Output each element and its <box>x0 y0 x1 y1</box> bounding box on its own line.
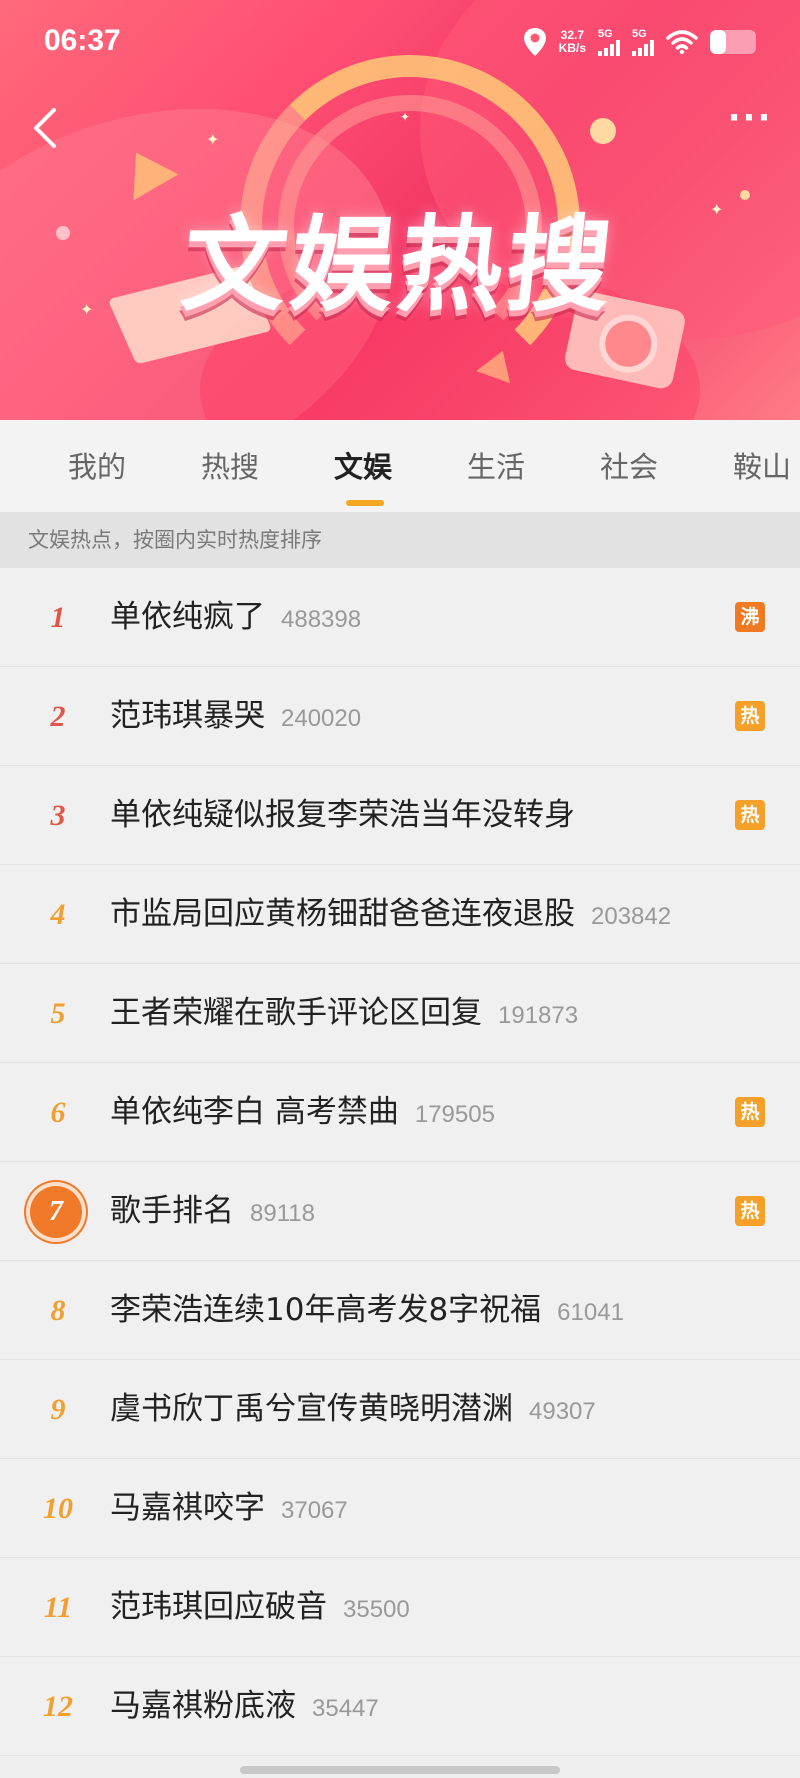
hot-badge: 热 <box>735 1097 765 1127</box>
list-item[interactable]: 7 歌手排名 89118 热 <box>0 1162 800 1261</box>
item-title: 范玮琪暴哭 <box>110 698 265 734</box>
item-count: 61041 <box>557 1299 624 1326</box>
status-icons: 32.7 KB/s 5G 5G <box>523 24 756 60</box>
rank-number: 5 <box>50 997 66 1030</box>
location-icon <box>523 28 546 56</box>
list-item[interactable]: 11 范玮琪回应破音 35500 <box>0 1558 800 1657</box>
item-count: 240020 <box>281 705 362 732</box>
item-title: 李荣浩连续10年高考发8字祝福 <box>110 1292 542 1328</box>
item-count: 191873 <box>498 1002 579 1029</box>
list-item[interactable]: 5 王者荣耀在歌手评论区回复 191873 <box>0 964 800 1063</box>
rank-badge: 7 <box>30 1186 82 1238</box>
list-item[interactable]: 12 马嘉祺粉底液 35447 <box>0 1657 800 1756</box>
tab-hot-search[interactable]: 热搜 <box>201 444 259 486</box>
item-count: 488398 <box>281 606 362 633</box>
item-title: 虞书欣丁禹兮宣传黄晓明潜渊 <box>110 1391 513 1427</box>
status-bar: 06:37 32.7 KB/s 5G 5G <box>0 0 800 86</box>
list-item[interactable]: 8 李荣浩连续10年高考发8字祝福 61041 <box>0 1261 800 1360</box>
item-title: 市监局回应黄杨钿甜爸爸连夜退股 <box>110 896 575 932</box>
list-item[interactable]: 2 范玮琪暴哭 240020 热 <box>0 667 800 766</box>
more-button[interactable]: ··· <box>722 101 778 148</box>
list-item[interactable]: 1 单依纯疯了 488398 沸 <box>0 568 800 667</box>
signal-indicator: 5G <box>598 27 620 56</box>
list-description: 文娱热点，按圈内实时热度排序 <box>0 512 800 568</box>
back-button[interactable] <box>22 100 72 156</box>
rank-number: 3 <box>50 799 66 832</box>
list-item[interactable]: 6 单依纯李白 高考禁曲 179505 热 <box>0 1063 800 1162</box>
boil-badge: 沸 <box>735 602 765 632</box>
rank-number: 1 <box>50 601 66 634</box>
list-item[interactable]: 3 单依纯疑似报复李荣浩当年没转身 热 <box>0 766 800 865</box>
item-title: 王者荣耀在歌手评论区回复 <box>110 995 482 1031</box>
rank-number: 10 <box>43 1492 73 1525</box>
battery-level <box>710 30 726 54</box>
rank-number: 11 <box>43 1591 73 1624</box>
wifi-icon <box>666 30 698 55</box>
rank-number: 4 <box>50 898 66 931</box>
chevron-left-icon <box>34 108 56 148</box>
item-count: 49307 <box>529 1398 596 1425</box>
item-count: 37067 <box>281 1497 348 1524</box>
list-item[interactable]: 10 马嘉祺咬字 37067 <box>0 1459 800 1558</box>
category-tabs: 我的 热搜 文娱 生活 社会 鞍山 <box>0 420 800 512</box>
hot-badge: 热 <box>735 1196 765 1226</box>
tab-entertainment[interactable]: 文娱 <box>334 444 392 486</box>
banner-title: 文娱热搜 <box>176 204 622 326</box>
rank-number: 8 <box>50 1294 66 1327</box>
item-count: 89118 <box>250 1200 315 1227</box>
battery-icon <box>710 30 756 54</box>
rank-number: 2 <box>50 700 66 733</box>
item-count: 179505 <box>414 1101 495 1128</box>
item-count: 203842 <box>591 903 672 930</box>
item-title: 单依纯李白 高考禁曲 <box>110 1094 399 1130</box>
item-title: 歌手排名 <box>110 1193 234 1229</box>
item-title: 单依纯疑似报复李荣浩当年没转身 <box>110 797 575 833</box>
rank-number: 9 <box>50 1393 66 1426</box>
tab-anshan[interactable]: 鞍山 <box>733 444 791 486</box>
home-indicator[interactable] <box>240 1766 560 1774</box>
tab-life[interactable]: 生活 <box>467 444 525 486</box>
signal-label: 5G <box>632 27 647 40</box>
item-count: 35500 <box>343 1596 410 1623</box>
active-tab-indicator <box>346 500 384 506</box>
rank-number: 12 <box>43 1690 73 1723</box>
item-title: 马嘉祺粉底液 <box>110 1688 296 1724</box>
status-time: 06:37 <box>44 24 121 57</box>
speed-unit: KB/s <box>558 41 586 55</box>
list-item[interactable]: 4 市监局回应黄杨钿甜爸爸连夜退股 203842 <box>0 865 800 964</box>
tab-society[interactable]: 社会 <box>600 444 658 486</box>
item-count: 35447 <box>312 1695 379 1722</box>
hot-badge: 热 <box>735 701 765 731</box>
hot-badge: 热 <box>735 800 765 830</box>
sparkle-icon: ✦ <box>400 110 411 124</box>
signal-bars-icon <box>598 39 620 56</box>
item-title: 范玮琪回应破音 <box>110 1589 327 1625</box>
item-title: 单依纯疯了 <box>110 599 265 635</box>
signal-bars-icon <box>632 39 654 56</box>
signal-indicator: 5G <box>632 27 654 56</box>
sparkle-icon: ✦ <box>206 130 220 149</box>
signal-label: 5G <box>598 27 613 40</box>
tab-mine[interactable]: 我的 <box>68 444 126 486</box>
item-title: 马嘉祺咬字 <box>110 1490 265 1526</box>
dot-decoration <box>590 118 616 144</box>
network-speed: 32.7 KB/s <box>559 29 586 55</box>
rank-number: 6 <box>50 1096 66 1129</box>
hot-search-list: 1 单依纯疯了 488398 沸 2 范玮琪暴哭 240020 热 3 单依纯疑似报… <box>0 568 800 1756</box>
list-item[interactable]: 9 虞书欣丁禹兮宣传黄晓明潜渊 49307 <box>0 1360 800 1459</box>
